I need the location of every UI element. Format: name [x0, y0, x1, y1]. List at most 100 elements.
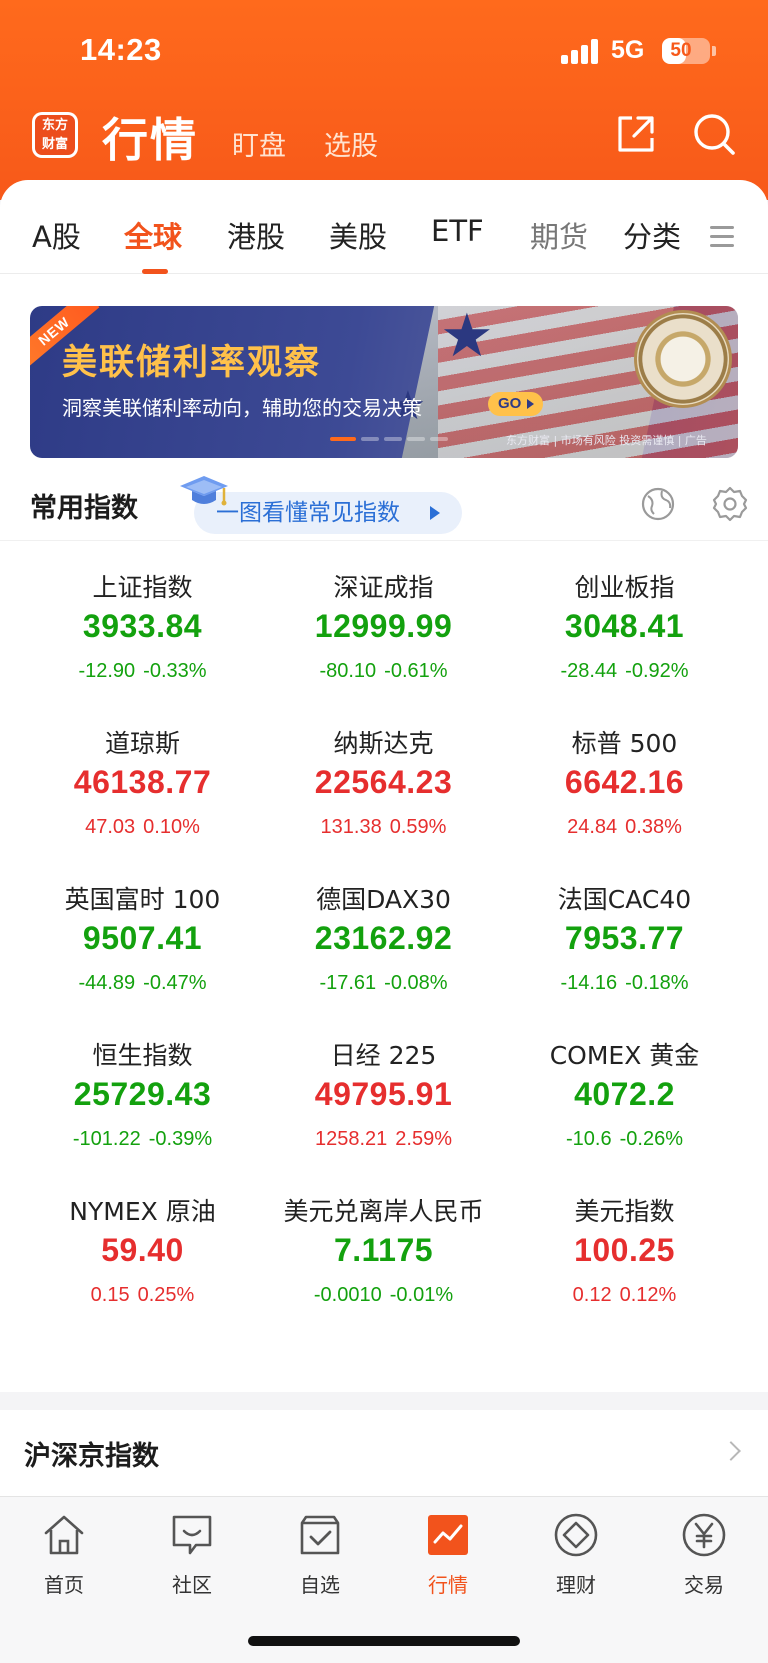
- settings-icon[interactable]: [712, 486, 748, 522]
- nav-home-label: 首页: [44, 1573, 84, 1597]
- index-card[interactable]: 创业板指 3048.41 -28.44 -0.92%: [504, 550, 745, 706]
- index-price: 23162.92: [314, 920, 453, 956]
- index-change-row: -101.22 -0.39%: [22, 1128, 263, 1151]
- market-icon: [428, 1515, 468, 1555]
- index-card[interactable]: 上证指数 3933.84 -12.90 -0.33%: [22, 550, 263, 706]
- nav-watchlist-label: 自选: [300, 1573, 340, 1597]
- index-card[interactable]: 纳斯达克 22564.23 131.38 0.59%: [263, 706, 504, 862]
- index-name: 英国富时 100: [64, 885, 221, 914]
- tab-etf[interactable]: ETF: [431, 214, 484, 248]
- hs-index-title: 沪深京指数: [24, 1441, 159, 1472]
- index-change-row: -44.89 -0.47%: [22, 972, 263, 995]
- index-change-pct: -0.26%: [619, 1128, 683, 1150]
- index-change-pct: 0.10%: [143, 816, 200, 838]
- index-card[interactable]: 标普 500 6642.16 24.84 0.38%: [504, 706, 745, 862]
- index-card[interactable]: 日经 225 49795.91 1258.21 2.59%: [263, 1018, 504, 1174]
- index-change: -28.44: [560, 660, 618, 682]
- home-indicator[interactable]: [248, 1636, 520, 1646]
- index-card[interactable]: 深证成指 12999.99 -80.10 -0.61%: [263, 550, 504, 706]
- page-title: 行情: [102, 113, 198, 167]
- index-change: -12.90: [78, 660, 136, 682]
- tab-us[interactable]: 美股: [329, 214, 387, 256]
- index-name: COMEX 黄金: [549, 1041, 700, 1070]
- hs-index-section[interactable]: 沪深京指数: [0, 1410, 768, 1496]
- index-card[interactable]: NYMEX 原油 59.40 0.15 0.25%: [22, 1174, 263, 1330]
- nav-trade-label: 交易: [684, 1573, 724, 1597]
- index-price: 6642.16: [564, 764, 685, 800]
- index-change-pct: -0.61%: [384, 660, 448, 682]
- fed-rate-banner[interactable]: ★ ★ NEW 美联储利率观察 洞察美联储利率动向，辅助您的交易决策 GO 东方…: [30, 306, 738, 458]
- nav-market[interactable]: 行情: [398, 1511, 498, 1598]
- nav-home[interactable]: 首页: [14, 1511, 114, 1598]
- index-price: 4072.2: [574, 1076, 675, 1112]
- pagination-dot: [407, 437, 425, 441]
- index-price: 7.1175: [333, 1232, 434, 1268]
- index-price: 3933.84: [82, 608, 203, 644]
- tab-a-share[interactable]: A股: [32, 214, 81, 256]
- index-change-row: 1258.21 2.59%: [263, 1128, 504, 1151]
- banner-go-button[interactable]: GO: [488, 392, 544, 416]
- index-change-row: 131.38 0.59%: [263, 816, 504, 839]
- index-price: 9507.41: [82, 920, 203, 956]
- index-name: 标普 500: [571, 729, 678, 758]
- index-card[interactable]: 恒生指数 25729.43 -101.22 -0.39%: [22, 1018, 263, 1174]
- index-change: -14.16: [560, 972, 618, 994]
- index-change-pct: 0.25%: [137, 1284, 195, 1306]
- index-name: 深证成指: [333, 573, 434, 602]
- tab-category[interactable]: 分类: [623, 214, 681, 256]
- header-tab-screener[interactable]: 选股: [324, 124, 378, 163]
- nav-wealth[interactable]: 理财: [526, 1511, 626, 1598]
- nav-community[interactable]: 社区: [142, 1511, 242, 1598]
- index-card[interactable]: 德国DAX30 23162.92 -17.61 -0.08%: [263, 862, 504, 1018]
- pagination-dot: [330, 437, 356, 441]
- menu-icon[interactable]: [710, 226, 734, 247]
- index-card[interactable]: 美元兑离岸人民币 7.1175 -0.0010 -0.01%: [263, 1174, 504, 1330]
- trade-icon: [682, 1513, 726, 1557]
- tab-global[interactable]: 全球: [124, 214, 182, 256]
- index-card[interactable]: COMEX 黄金 4072.2 -10.6 -0.26%: [504, 1018, 745, 1174]
- index-change: -17.61: [319, 972, 377, 994]
- index-change: -44.89: [78, 972, 136, 994]
- tab-hk[interactable]: 港股: [227, 214, 285, 256]
- banner-subtitle: 洞察美联储利率动向，辅助您的交易决策: [62, 396, 422, 420]
- index-change-pct: 2.59%: [395, 1128, 452, 1150]
- index-change: 0.12: [572, 1284, 612, 1306]
- index-name: 上证指数: [92, 573, 193, 602]
- top-header: 14:23 5G 50 东方 财富 行情 盯盘 选股: [0, 0, 768, 200]
- pagination-dot: [430, 437, 448, 441]
- index-change-pct: -0.08%: [384, 972, 448, 994]
- market-tabs: A股 全球 港股 美股 ETF 期货 分类: [0, 180, 768, 274]
- index-card[interactable]: 美元指数 100.25 0.12 0.12%: [504, 1174, 745, 1330]
- fed-seal-icon: [634, 310, 732, 408]
- index-change: 24.84: [567, 816, 618, 838]
- index-change-row: 47.03 0.10%: [22, 816, 263, 839]
- search-icon[interactable]: [692, 112, 736, 156]
- index-price: 12999.99: [314, 608, 453, 644]
- nav-watchlist[interactable]: 自选: [270, 1511, 370, 1598]
- index-price: 22564.23: [314, 764, 453, 800]
- nav-community-label: 社区: [172, 1573, 212, 1597]
- index-change: 1258.21: [314, 1128, 388, 1150]
- network-type: 5G: [611, 36, 645, 64]
- status-bar: 14:23 5G 50: [0, 0, 768, 100]
- index-change-row: -80.10 -0.61%: [263, 660, 504, 683]
- index-change-pct: 0.12%: [619, 1284, 677, 1306]
- index-guide-link[interactable]: 一图看懂常见指数: [194, 492, 462, 534]
- index-card[interactable]: 法国CAC40 7953.77 -14.16 -0.18%: [504, 862, 745, 1018]
- share-icon[interactable]: [614, 112, 658, 156]
- globe-icon[interactable]: [640, 486, 676, 522]
- index-change-row: -12.90 -0.33%: [22, 660, 263, 683]
- index-change-row: 24.84 0.38%: [504, 816, 745, 839]
- index-card[interactable]: 英国富时 100 9507.41 -44.89 -0.47%: [22, 862, 263, 1018]
- index-name: 美元指数: [574, 1197, 675, 1226]
- index-change-row: 0.12 0.12%: [504, 1284, 745, 1307]
- nav-trade[interactable]: 交易: [654, 1511, 754, 1598]
- header-tab-watch[interactable]: 盯盘: [232, 124, 286, 163]
- nav-wealth-label: 理财: [556, 1573, 596, 1597]
- banner-star-icon: ★: [440, 306, 494, 371]
- index-card[interactable]: 道琼斯 46138.77 47.03 0.10%: [22, 706, 263, 862]
- divider: [0, 540, 768, 541]
- index-change: 131.38: [320, 816, 382, 838]
- tab-futures[interactable]: 期货: [530, 214, 588, 256]
- index-change-pct: -0.18%: [625, 972, 689, 994]
